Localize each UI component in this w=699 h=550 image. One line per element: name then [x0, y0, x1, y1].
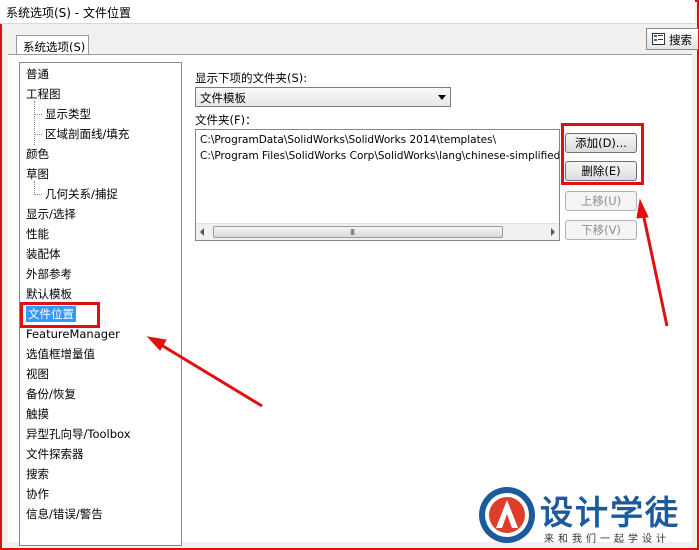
scrollbar-grip: III	[350, 228, 355, 237]
folders-list[interactable]: C:\ProgramData\SolidWorks\SolidWorks 201…	[195, 129, 560, 241]
horizontal-scrollbar[interactable]: III	[196, 223, 559, 240]
move-up-button[interactable]: 上移(U)	[565, 191, 637, 211]
folders-label: 文件夹(F)：	[195, 113, 257, 127]
tree-item-messages-errors-warnings[interactable]: 信息/错误/警告	[26, 505, 103, 523]
tree-connector	[34, 181, 35, 195]
search-options-icon	[652, 33, 665, 45]
tree-item-assemblies[interactable]: 装配体	[26, 245, 61, 263]
chevron-down-icon	[438, 95, 446, 100]
search-label: 搜索	[669, 33, 692, 47]
tree-item-view[interactable]: 视图	[26, 365, 49, 383]
tree-item-collaboration[interactable]: 协作	[26, 485, 49, 503]
tab-divider	[8, 54, 692, 55]
tree-item-relations-snaps[interactable]: 几何关系/捕捉	[45, 185, 118, 203]
tree-connector	[34, 101, 35, 145]
show-folders-label: 显示下项的文件夹(S):	[195, 71, 308, 85]
tree-item-external-references[interactable]: 外部参考	[26, 265, 72, 283]
tree-item-search[interactable]: 搜索	[26, 465, 49, 483]
scroll-right-icon[interactable]	[551, 228, 555, 236]
selected-item-highlight-box	[20, 302, 100, 328]
tree-item-display-selection[interactable]: 显示/选择	[26, 205, 76, 223]
tree-item-file-explorer[interactable]: 文件探索器	[26, 445, 84, 463]
buttons-highlight-box	[561, 123, 644, 185]
window-title: 系统选项(S) - 文件位置	[6, 6, 131, 20]
tree-connector	[34, 134, 42, 135]
list-item[interactable]: C:\Program Files\SolidWorks Corp\SolidWo…	[200, 149, 559, 163]
tree-item-hole-wizard-toolbox[interactable]: 异型孔向导/Toolbox	[26, 425, 131, 443]
move-down-button[interactable]: 下移(V)	[565, 220, 637, 240]
tree-item-colors[interactable]: 颜色	[26, 145, 49, 163]
tree-connector	[34, 114, 42, 115]
list-item[interactable]: C:\ProgramData\SolidWorks\SolidWorks 201…	[200, 133, 496, 147]
tab-system-options[interactable]: 系统选项(S)	[16, 35, 89, 55]
tree-item-performance[interactable]: 性能	[26, 225, 49, 243]
tree-item-general[interactable]: 普通	[26, 65, 49, 83]
tree-item-default-templates[interactable]: 默认模板	[26, 285, 72, 303]
tree-item-display-style[interactable]: 显示类型	[45, 105, 91, 123]
tree-connector	[34, 194, 42, 195]
tree-item-spin-box-increments[interactable]: 选值框增量值	[26, 345, 95, 363]
tree-item-drawings[interactable]: 工程图	[26, 85, 61, 103]
folder-type-value: 文件模板	[200, 91, 246, 105]
tree-item-area-hatch-fill[interactable]: 区域剖面线/填充	[45, 125, 129, 143]
folder-type-select[interactable]: 文件模板	[195, 87, 451, 107]
tree-item-backup-recover[interactable]: 备份/恢复	[26, 385, 76, 403]
tree-item-sketch[interactable]: 草图	[26, 165, 49, 183]
scroll-left-icon[interactable]	[200, 228, 204, 236]
brand-name: 设计学徒	[540, 493, 680, 532]
brand-slogan: 来和我们一起学设计	[544, 534, 670, 545]
tree-item-touch[interactable]: 触摸	[26, 405, 49, 423]
scrollbar-thumb[interactable]: III	[213, 226, 503, 238]
search-button[interactable]: 搜索	[646, 28, 698, 50]
title-bar: 系统选项(S) - 文件位置	[0, 0, 695, 24]
